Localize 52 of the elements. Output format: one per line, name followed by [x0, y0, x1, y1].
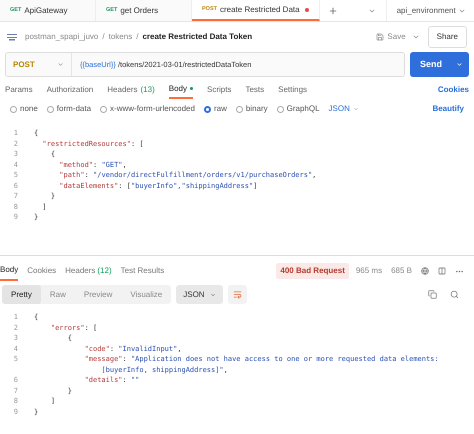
format-select[interactable]: JSON: [176, 285, 223, 304]
search-icon[interactable]: [450, 290, 459, 299]
body-type-radio[interactable]: x-www-form-urlencoded: [100, 103, 195, 115]
body-type-radio[interactable]: GraphQL: [276, 103, 320, 115]
collection-icon: [7, 33, 17, 41]
view-mode-tab[interactable]: Preview: [74, 285, 122, 304]
save-button[interactable]: Save: [376, 31, 406, 43]
body-type-radio[interactable]: raw: [204, 103, 227, 115]
cookies-link[interactable]: Cookies: [438, 84, 469, 96]
chevron-icon: [352, 106, 359, 112]
send-button[interactable]: Send: [410, 52, 469, 77]
breadcrumb-separator: /: [102, 31, 105, 43]
response-size: 685 B: [391, 265, 412, 277]
body-type-radio[interactable]: binary: [236, 103, 268, 115]
response-time: 965 ms: [356, 265, 382, 277]
section-tab[interactable]: Headers (13): [107, 80, 155, 99]
method-select[interactable]: POST: [13, 58, 35, 70]
save-icon: [376, 33, 384, 41]
view-mode-tab[interactable]: Visualize: [121, 285, 172, 304]
wrap-button[interactable]: [228, 285, 247, 304]
section-tab[interactable]: Scripts: [206, 80, 232, 99]
breadcrumb-link[interactable]: tokens: [108, 31, 132, 43]
section-tab[interactable]: Body: [168, 80, 193, 99]
chevron-icon: [456, 61, 463, 68]
chevron-icon: [210, 292, 216, 298]
section-tab[interactable]: Tests: [245, 80, 264, 99]
response-tab[interactable]: Body: [0, 261, 18, 281]
new-tab-icon[interactable]: [328, 6, 338, 16]
body-type-radio[interactable]: none: [10, 103, 38, 115]
section-tab[interactable]: Settings: [278, 80, 308, 99]
breadcrumb-separator: /: [136, 31, 138, 43]
response-tab[interactable]: Headers (12): [65, 261, 112, 281]
view-mode-tab[interactable]: Raw: [40, 285, 75, 304]
beautify-link[interactable]: Beautify: [432, 103, 464, 115]
wrap-icon: [232, 290, 242, 299]
format-select[interactable]: JSON: [328, 103, 359, 115]
response-tab[interactable]: Test Results: [120, 261, 164, 281]
response-tab[interactable]: Cookies: [27, 261, 56, 281]
globe-icon[interactable]: [421, 267, 429, 275]
layout-icon[interactable]: [438, 267, 446, 275]
request-title: create Restricted Data Token: [142, 31, 252, 43]
chevron-icon[interactable]: [57, 61, 64, 68]
section-tab[interactable]: Params: [5, 80, 33, 99]
section-tab[interactable]: Authorization: [46, 80, 94, 99]
environment-select[interactable]: api_environment: [386, 0, 474, 21]
copy-icon[interactable]: [428, 290, 437, 299]
view-mode-tab[interactable]: Pretty: [2, 285, 41, 304]
body-type-radio[interactable]: form-data: [46, 103, 92, 115]
share-button[interactable]: Share: [428, 26, 467, 48]
breadcrumb-link[interactable]: postman_spapi_juvo: [25, 31, 98, 43]
chevron-icon[interactable]: [412, 33, 420, 41]
status-badge: 400 Bad Request: [276, 263, 349, 279]
